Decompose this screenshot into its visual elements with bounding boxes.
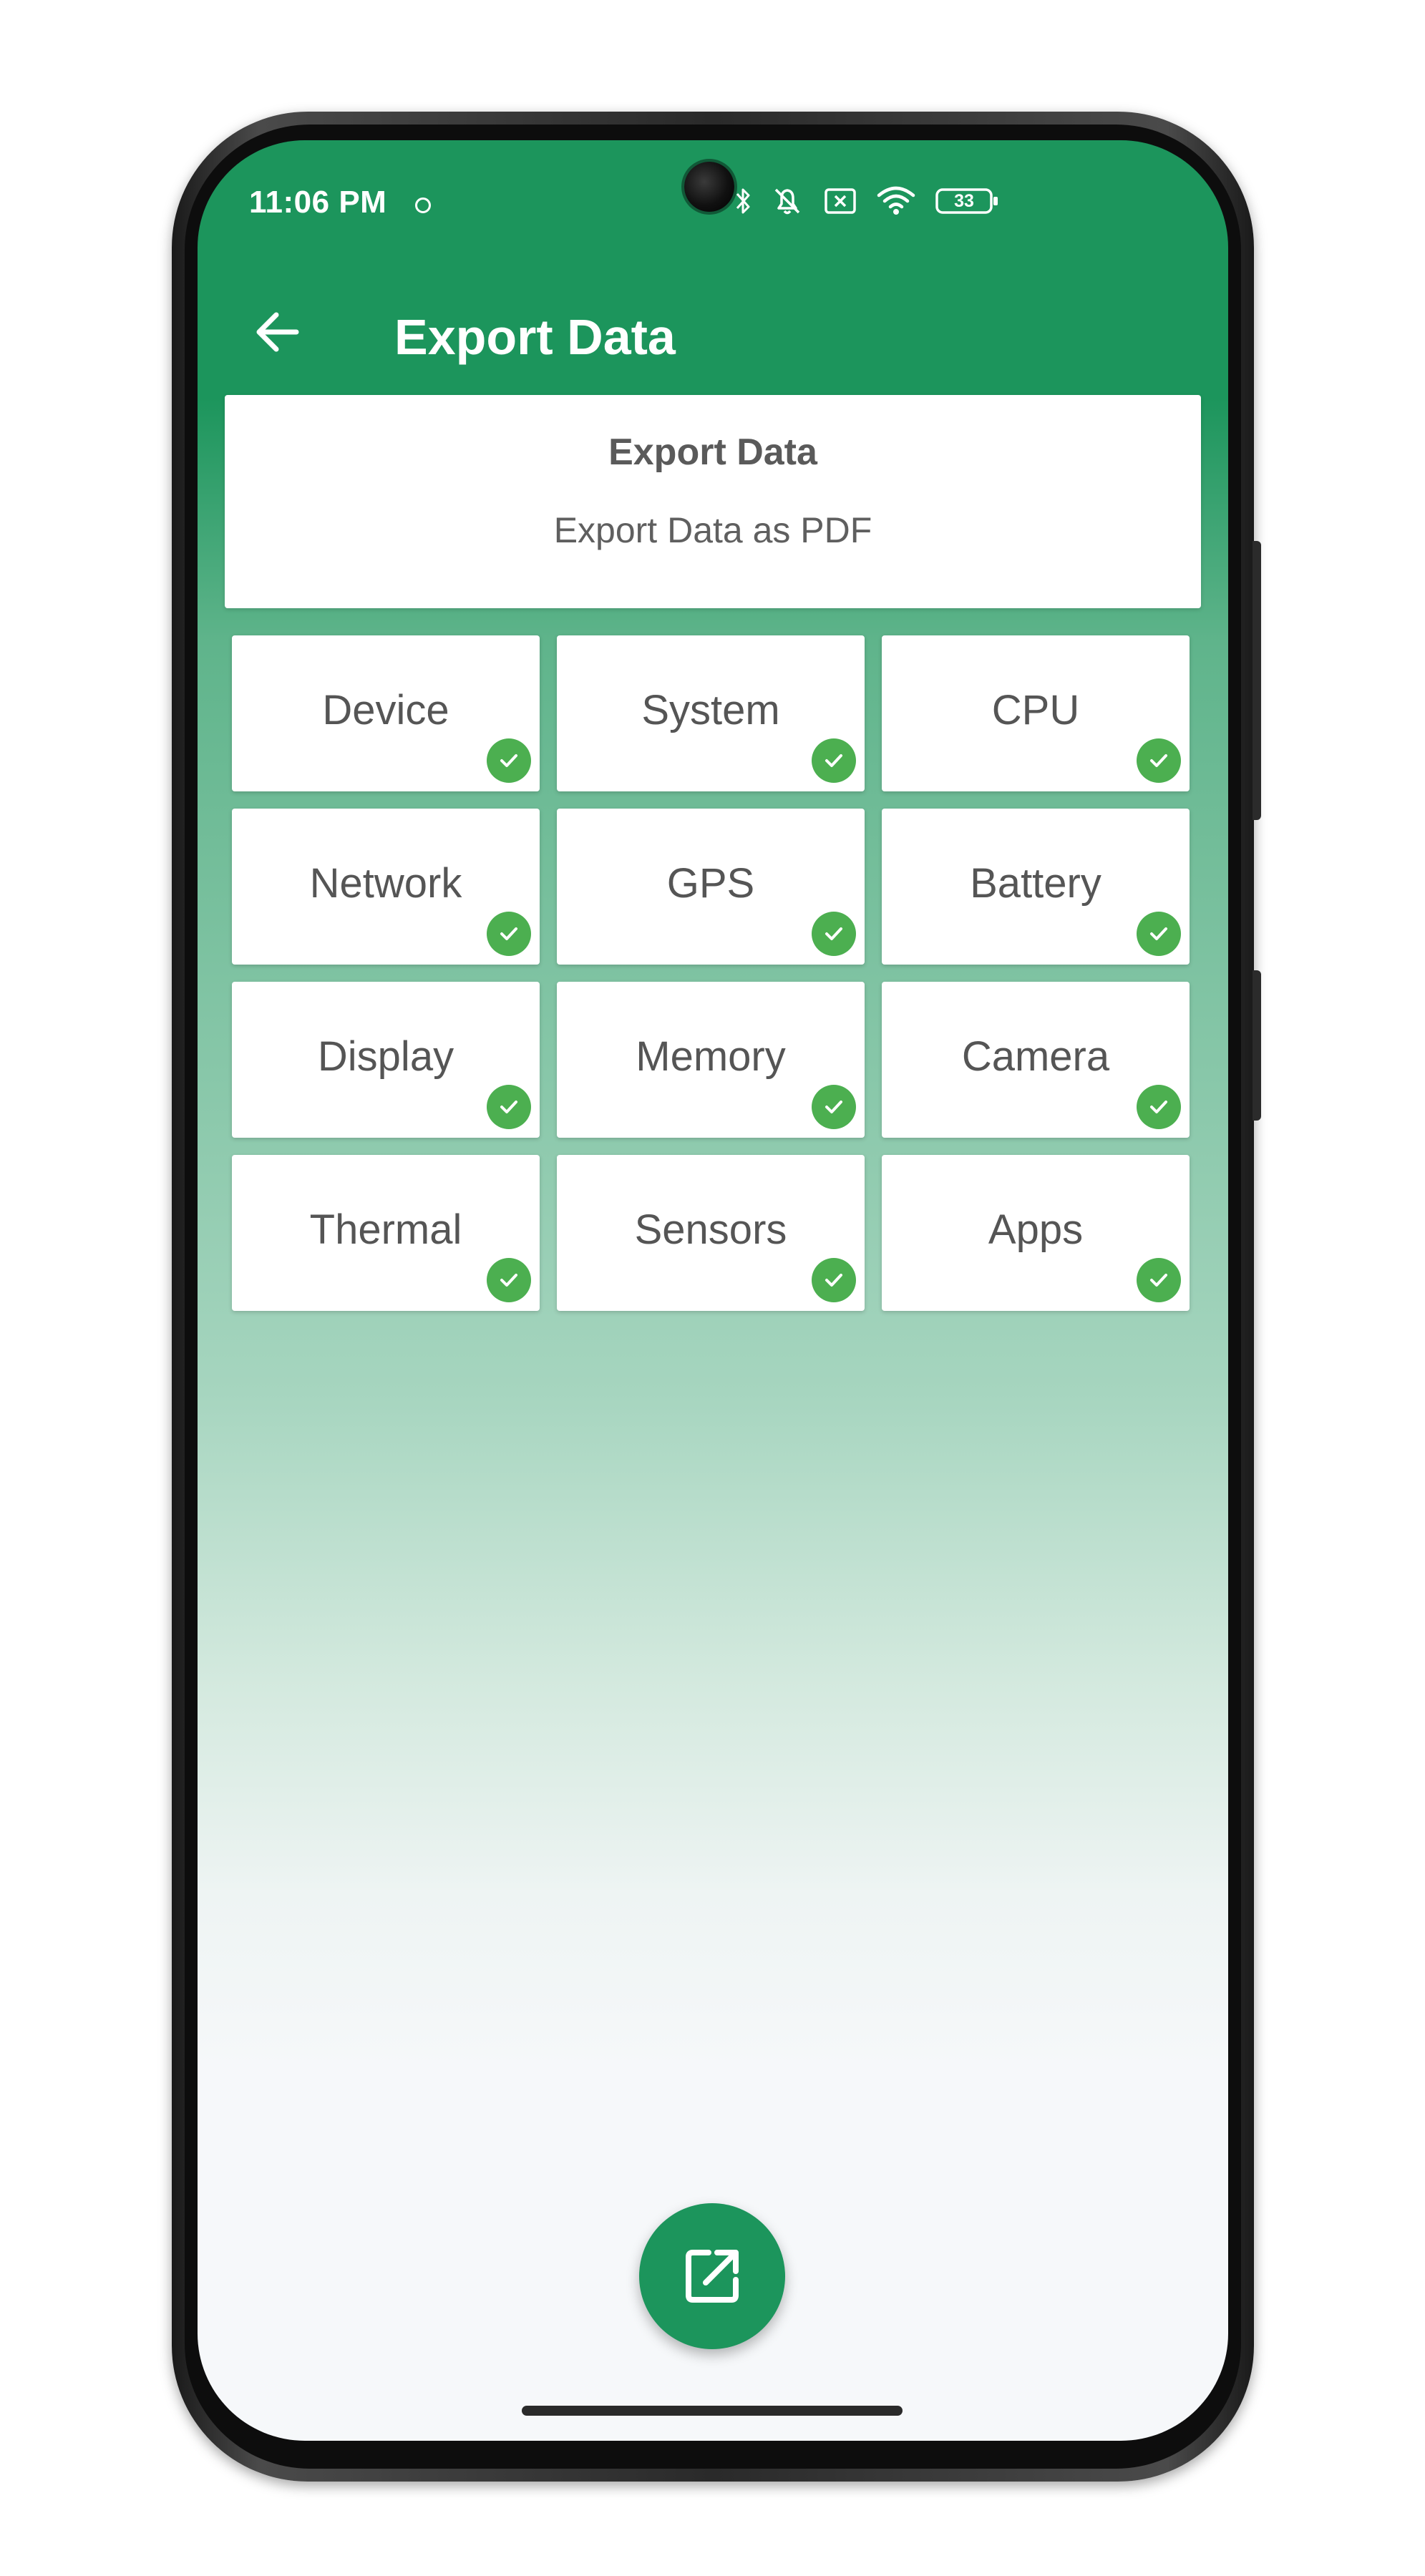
category-tile-thermal[interactable]: Thermal xyxy=(232,1155,540,1311)
category-label: Memory xyxy=(636,1033,786,1080)
check-circle-icon[interactable] xyxy=(812,738,856,783)
category-grid: Device System CPU Network GPS Battery Di… xyxy=(232,635,1195,1311)
card-title: Export Data xyxy=(608,431,817,473)
category-label: Display xyxy=(317,1033,454,1080)
category-tile-memory[interactable]: Memory xyxy=(557,982,865,1138)
volume-button xyxy=(1253,541,1261,820)
category-tile-gps[interactable]: GPS xyxy=(557,809,865,965)
app-bar: Export Data xyxy=(198,262,1228,398)
card-subtitle: Export Data as PDF xyxy=(553,510,872,550)
wifi-icon xyxy=(876,185,916,217)
page-title: Export Data xyxy=(394,309,676,365)
category-label: Network xyxy=(309,860,462,907)
status-icons: 33 xyxy=(734,183,999,219)
category-tile-network[interactable]: Network xyxy=(232,809,540,965)
check-circle-icon[interactable] xyxy=(1137,738,1181,783)
notification-dot-icon xyxy=(415,197,431,213)
back-button[interactable] xyxy=(249,303,306,361)
category-tile-camera[interactable]: Camera xyxy=(882,982,1190,1138)
category-label: Sensors xyxy=(634,1206,787,1253)
category-tile-cpu[interactable]: CPU xyxy=(882,635,1190,791)
category-label: GPS xyxy=(666,860,755,907)
category-label: Camera xyxy=(961,1033,1110,1080)
category-tile-system[interactable]: System xyxy=(557,635,865,791)
check-circle-icon[interactable] xyxy=(1137,912,1181,956)
category-tile-device[interactable]: Device xyxy=(232,635,540,791)
power-button xyxy=(1253,970,1261,1121)
check-circle-icon[interactable] xyxy=(487,1258,531,1302)
no-sim-icon xyxy=(823,187,857,215)
export-header-card: Export Data Export Data as PDF xyxy=(225,395,1201,608)
category-label: Battery xyxy=(970,860,1101,907)
category-tile-display[interactable]: Display xyxy=(232,982,540,1138)
battery-icon: 33 xyxy=(935,187,999,215)
screen: 11:06 PM 33 Export Data Export Data Expo… xyxy=(198,140,1228,2441)
open-in-new-icon xyxy=(686,2250,739,2303)
check-circle-icon[interactable] xyxy=(1137,1258,1181,1302)
check-circle-icon[interactable] xyxy=(1137,1085,1181,1129)
category-label: CPU xyxy=(991,687,1080,733)
category-tile-sensors[interactable]: Sensors xyxy=(557,1155,865,1311)
check-circle-icon[interactable] xyxy=(812,912,856,956)
status-time: 11:06 PM xyxy=(249,185,387,220)
category-label: Apps xyxy=(988,1206,1084,1253)
bluetooth-icon xyxy=(734,185,752,217)
category-tile-battery[interactable]: Battery xyxy=(882,809,1190,965)
battery-level: 33 xyxy=(954,191,974,211)
home-indicator[interactable] xyxy=(522,2406,903,2416)
mute-bell-icon xyxy=(770,184,804,218)
status-bar: 11:06 PM 33 xyxy=(198,140,1228,269)
check-circle-icon[interactable] xyxy=(812,1258,856,1302)
check-circle-icon[interactable] xyxy=(487,738,531,783)
category-label: Thermal xyxy=(309,1206,462,1253)
front-camera xyxy=(684,162,734,212)
arrow-left-icon xyxy=(256,312,299,352)
check-circle-icon[interactable] xyxy=(487,912,531,956)
check-circle-icon[interactable] xyxy=(812,1085,856,1129)
check-circle-icon[interactable] xyxy=(487,1085,531,1129)
category-label: Device xyxy=(322,687,449,733)
export-fab-button[interactable] xyxy=(639,2203,785,2349)
category-tile-apps[interactable]: Apps xyxy=(882,1155,1190,1311)
category-label: System xyxy=(641,687,780,733)
